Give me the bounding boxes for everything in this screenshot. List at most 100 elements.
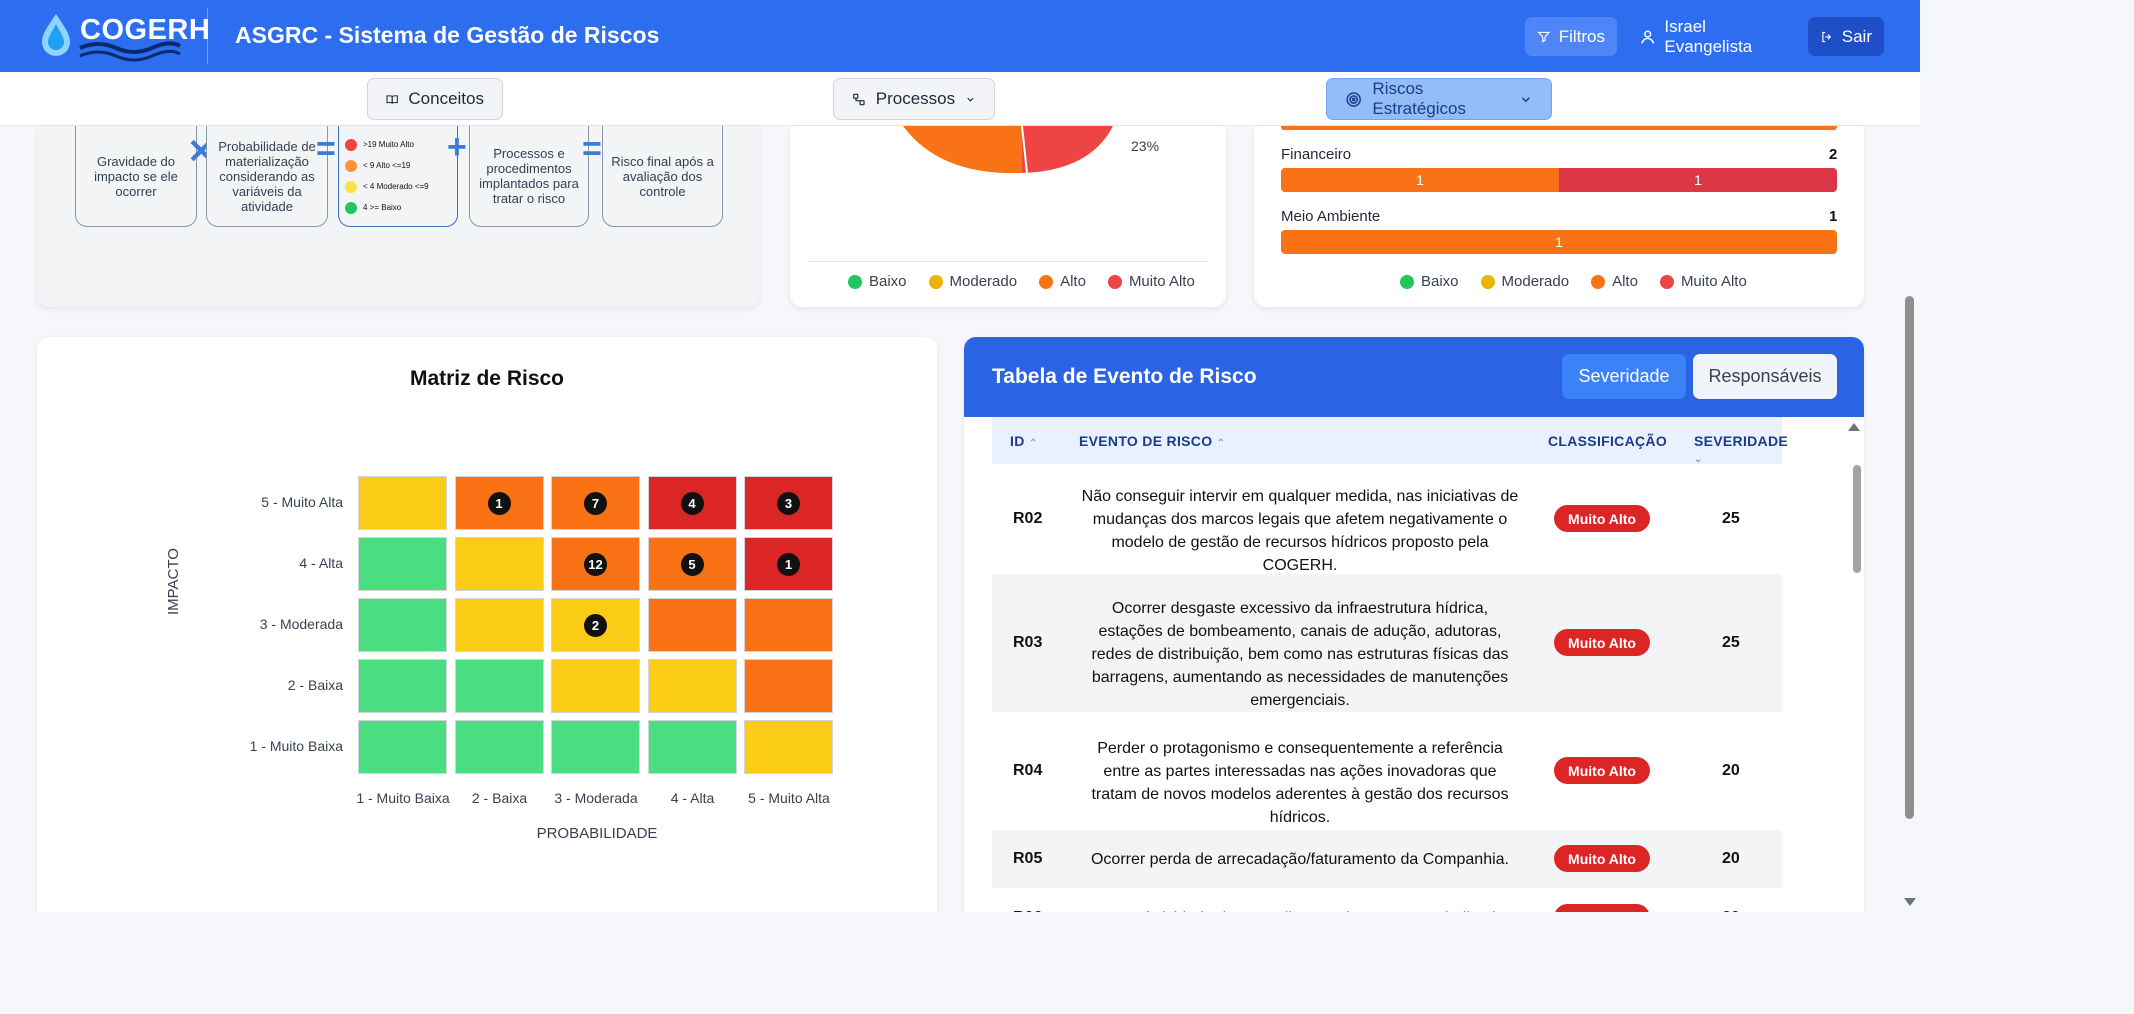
matrix-cell[interactable] [454, 537, 544, 591]
matrix-cell[interactable] [647, 598, 737, 652]
filters-button[interactable]: Filtros [1525, 17, 1617, 56]
table-row[interactable]: R03 Ocorrer desgaste excessivo da infraes… [992, 574, 1782, 712]
matrix-cell[interactable]: 3 [744, 476, 833, 530]
legend-item[interactable]: Alto [1039, 273, 1086, 290]
matrix-cell[interactable] [647, 720, 737, 774]
legend-item[interactable]: Alto [1591, 273, 1638, 290]
conceitos-button[interactable]: Conceitos [367, 78, 503, 120]
col-header-severidade[interactable]: SEVERIDADE ⌄ [1694, 433, 1788, 465]
risk-count-badge[interactable]: 1 [487, 491, 511, 515]
equals-icon: = [582, 130, 602, 168]
page-scroll-down-icon[interactable] [1904, 898, 1916, 906]
matrix-cell[interactable]: 4 [647, 476, 737, 530]
header-divider [207, 8, 208, 64]
matrix-cell[interactable] [358, 659, 447, 713]
row-severidade: 20 [1722, 850, 1740, 867]
pie-percentage-label: 23% [1131, 138, 1160, 154]
risk-level-legend-item: 4 >= Baixo [345, 200, 401, 215]
matrix-cell[interactable] [647, 659, 737, 713]
bar-segment[interactable]: 1 [1281, 230, 1837, 254]
concepts-card: Gravidade do impacto se ele ocorrer ✕ Pr… [37, 126, 760, 307]
risk-count-badge[interactable]: 12 [584, 552, 607, 576]
matrix-y-label: 2 - Baixa [287, 677, 343, 693]
user-icon [1641, 29, 1655, 44]
stacked-bar[interactable]: 11 [1281, 168, 1837, 192]
legend-dot [345, 180, 357, 193]
legend-dot [1591, 274, 1606, 289]
logout-button[interactable]: Sair [1808, 17, 1884, 56]
legend-item[interactable]: Muito Alto [1659, 273, 1747, 290]
matrix-cell[interactable] [358, 598, 447, 652]
legend-label: Baixo [869, 273, 907, 290]
matrix-cell[interactable]: 1 [454, 476, 544, 530]
matrix-cell[interactable] [551, 720, 640, 774]
legend-dot [345, 159, 357, 172]
stacked-bar[interactable]: 1 [1281, 230, 1837, 254]
legend-item[interactable]: Baixo [1400, 273, 1459, 290]
risk-count-badge[interactable]: 1 [777, 552, 800, 576]
table-row[interactable]: R02 Não conseguir intervir em qualquer me… [992, 464, 1782, 574]
matrix-cell[interactable] [744, 659, 833, 713]
table-row[interactable]: R05 Ocorrer perda de arrecadação/faturame… [992, 830, 1782, 888]
matrix-cell[interactable]: 12 [551, 537, 640, 591]
matrix-title: Matriz de Risco [409, 367, 565, 390]
matrix-cell[interactable]: 5 [647, 537, 737, 591]
filters-label: Filtros [1558, 26, 1605, 46]
matrix-cell[interactable]: 1 [744, 537, 833, 591]
legend-item[interactable]: Moderado [928, 273, 1017, 290]
matrix-cell[interactable] [454, 720, 544, 774]
legend-item[interactable]: Moderado [1480, 273, 1569, 290]
matrix-cell[interactable] [358, 537, 447, 591]
row-evento: Ocorrer perda de arrecadação/faturamento… [1090, 850, 1509, 868]
matrix-x-label: 1 - Muito Baixa [356, 790, 450, 806]
risk-count-badge[interactable]: 7 [584, 491, 607, 515]
matrix-cell[interactable] [454, 659, 544, 713]
matrix-cell[interactable] [358, 720, 447, 774]
table-row[interactable]: R04 Perder o protagonismo e consequenteme… [992, 712, 1782, 830]
risk-count-badge[interactable]: 4 [680, 491, 704, 515]
table-scroll-up-icon[interactable] [1848, 423, 1860, 431]
bar-category-count: 1 [1829, 208, 1838, 225]
row-id: R02 [1013, 510, 1043, 527]
responsaveis-tab-button[interactable]: Responsáveis [1693, 354, 1837, 399]
col-header-id[interactable]: ID ⌃ [1010, 433, 1038, 449]
bar-segment[interactable]: 1 [1559, 168, 1837, 192]
page-scrollbar[interactable] [1905, 296, 1914, 819]
user-menu[interactable]: Israel Evangelista [1633, 17, 1793, 56]
legend-dot [928, 274, 943, 289]
risk-count-badge[interactable]: 3 [777, 491, 800, 515]
matrix-cell[interactable]: 2 [551, 598, 640, 652]
bar-segment[interactable]: 1 [1281, 168, 1559, 192]
severidade-tab-button[interactable]: Severidade [1562, 354, 1686, 399]
residual-risk-concept-box: Risco final após a avaliação dos control… [602, 126, 723, 227]
matrix-cell[interactable]: 7 [551, 476, 640, 530]
pie-slice-alto [903, 126, 1022, 174]
legend-item[interactable]: Baixo [848, 273, 907, 290]
matrix-cell[interactable] [358, 476, 447, 530]
matrix-y-label: 1 - Muito Baixa [249, 738, 343, 754]
table-title: Tabela de Evento de Risco [992, 365, 1257, 388]
col-header-evento[interactable]: EVENTO DE RISCO ⌃ [1079, 433, 1225, 449]
risk-count-badge[interactable]: 5 [680, 552, 704, 576]
row-id: R04 [1013, 762, 1043, 779]
matrix-cell[interactable] [551, 659, 640, 713]
table-header-bar: Tabela de Evento de Risco Severidade Res… [964, 337, 1864, 417]
conceitos-label: Conceitos [408, 89, 484, 108]
target-icon [1346, 91, 1361, 107]
legend-label: Muito Alto [1128, 273, 1195, 290]
app-title: ASGRC - Sistema de Gestão de Riscos [235, 22, 660, 48]
processos-dropdown[interactable]: Processos [833, 78, 995, 120]
risk-count-badge[interactable]: 2 [584, 613, 607, 637]
bar-category-label: Financeiro [1281, 146, 1352, 163]
matrix-cell[interactable] [454, 598, 544, 652]
matrix-cell[interactable] [744, 720, 833, 774]
filter-icon [1537, 31, 1551, 42]
table-scrollbar[interactable] [1853, 465, 1861, 573]
y-axis-title: IMPACTO [165, 548, 182, 615]
col-header-classificacao[interactable]: CLASSIFICAÇÃO [1548, 433, 1667, 449]
riscos-estrategicos-dropdown[interactable]: Riscos Estratégicos [1326, 78, 1552, 120]
table-column-headers: ID ⌃ EVENTO DE RISCO ⌃ CLASSIFICAÇÃO SEV… [992, 417, 1788, 465]
legend-item[interactable]: Muito Alto [1107, 273, 1195, 290]
risk-pie-card: 23% Baixo Moderado Alto Muito Alto [790, 126, 1226, 307]
matrix-cell[interactable] [744, 598, 833, 652]
